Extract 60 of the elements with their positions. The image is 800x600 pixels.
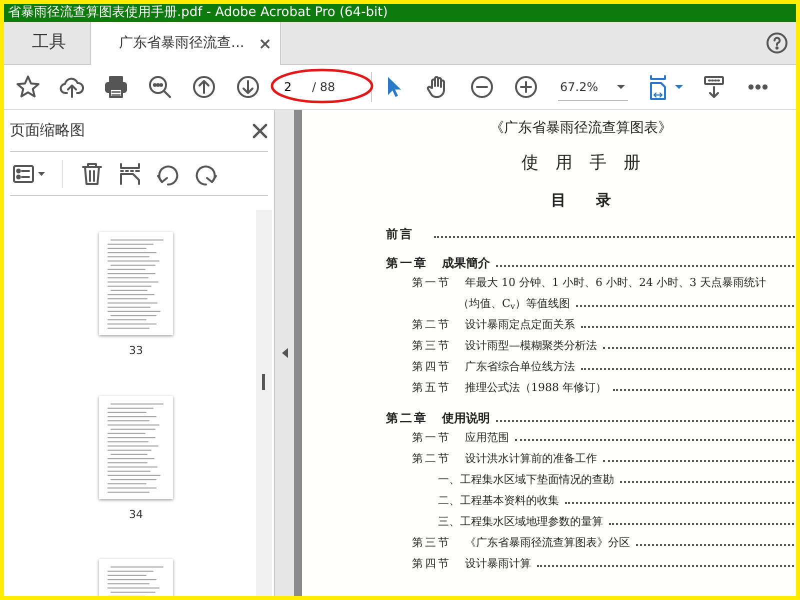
previous-page-icon bbox=[191, 74, 217, 100]
toc-entry[interactable]: 设计暴雨计算 bbox=[465, 556, 531, 572]
delete-icon bbox=[79, 160, 105, 186]
zoom-in-icon bbox=[513, 74, 539, 100]
contents-heading: 目 录 bbox=[550, 190, 612, 210]
close-tab-button[interactable]: × bbox=[258, 36, 272, 52]
toc-label: 第三节 bbox=[412, 338, 451, 354]
toc-label: 第二节 bbox=[412, 317, 451, 333]
options-icon bbox=[13, 162, 47, 184]
more-icon bbox=[748, 84, 768, 90]
toc-label: 第一章 bbox=[386, 255, 428, 272]
page-thumbnail[interactable] bbox=[99, 396, 173, 498]
toc-label: 第五节 bbox=[412, 380, 451, 396]
caret-icon bbox=[674, 84, 684, 90]
toc-entry[interactable]: 三、工程集水区域地理参数的量算 bbox=[438, 514, 603, 530]
scroll-mode-icon bbox=[701, 74, 727, 100]
caret-icon bbox=[616, 84, 626, 90]
zoom-out-icon bbox=[469, 74, 495, 100]
toc-label: 第二章 bbox=[386, 410, 428, 427]
next-page-icon bbox=[235, 74, 261, 100]
print-icon bbox=[103, 74, 129, 100]
toc-entry[interactable]: 一、工程集水区域下垫面情况的查勘 bbox=[438, 472, 614, 488]
document-subtitle: 使 用 手 册 bbox=[520, 152, 642, 175]
toc-entry[interactable]: （均值、C$_{v}$）等值线图 bbox=[458, 296, 570, 312]
toc-entry[interactable]: 成果簡介 bbox=[442, 254, 490, 272]
close-icon[interactable] bbox=[252, 122, 268, 138]
window-title: 省暴雨径流查算图表使用手册.pdf - Adobe Acrobat Pro (64-bit) bbox=[4, 4, 796, 22]
zoom-dropdown[interactable]: 67.2% bbox=[558, 74, 628, 100]
toc-label: 第二节 bbox=[412, 451, 451, 467]
page-thumbnail[interactable] bbox=[99, 232, 173, 335]
toc-label: 第四节 bbox=[412, 556, 451, 572]
toc-label: 第一节 bbox=[412, 430, 451, 446]
toc-entry[interactable]: 二、工程基本资料的收集 bbox=[438, 493, 559, 510]
toc-entry[interactable]: 设计暴雨定点定面关系 bbox=[465, 317, 575, 334]
page-number: 34 bbox=[128, 506, 144, 522]
extract-icon bbox=[117, 160, 143, 186]
document-title: 《广东省暴雨径流查算图表》 bbox=[489, 119, 673, 138]
toc-entry[interactable]: 使用说明 bbox=[442, 409, 490, 427]
toc-entry[interactable]: 推理公式法（1988 年修订） bbox=[465, 380, 606, 396]
tab[interactable]: 工具 bbox=[8, 22, 90, 64]
panel-title: 页面缩略图 bbox=[10, 120, 85, 142]
page-number: 33 bbox=[128, 343, 144, 359]
toc-entry[interactable]: 年最大 10 分钟、1 小时、6 小时、24 小时、3 天点暴雨统计 bbox=[465, 275, 766, 292]
toc-entry[interactable]: 设计洪水计算前的准备工作 bbox=[465, 451, 597, 468]
toc-label: 前言 bbox=[386, 226, 414, 243]
toc-entry[interactable]: 设计雨型—模糊聚类分析法 bbox=[465, 338, 597, 354]
collapse-arrow-icon[interactable] bbox=[280, 347, 288, 359]
toc-label: 第四节 bbox=[412, 359, 451, 375]
scrollbar[interactable] bbox=[256, 210, 272, 596]
help-icon[interactable] bbox=[766, 32, 788, 54]
bookmark-icon bbox=[15, 74, 41, 100]
toc-entry[interactable]: 《广东省暴雨径流查算图表》分区 bbox=[465, 535, 630, 552]
toc-entry[interactable]: 广东省综合单位线方法 bbox=[465, 359, 575, 376]
tab[interactable]: 广东省暴雨径流查... × bbox=[90, 22, 281, 65]
toc-entry[interactable]: 应用范围 bbox=[465, 430, 509, 446]
toc-label: 第三节 bbox=[412, 535, 451, 551]
search-icon bbox=[147, 74, 173, 100]
page-number-field[interactable]: 2 bbox=[282, 78, 304, 96]
page-count: / 88 bbox=[312, 79, 336, 96]
toc-label: 第一节 bbox=[412, 275, 451, 291]
